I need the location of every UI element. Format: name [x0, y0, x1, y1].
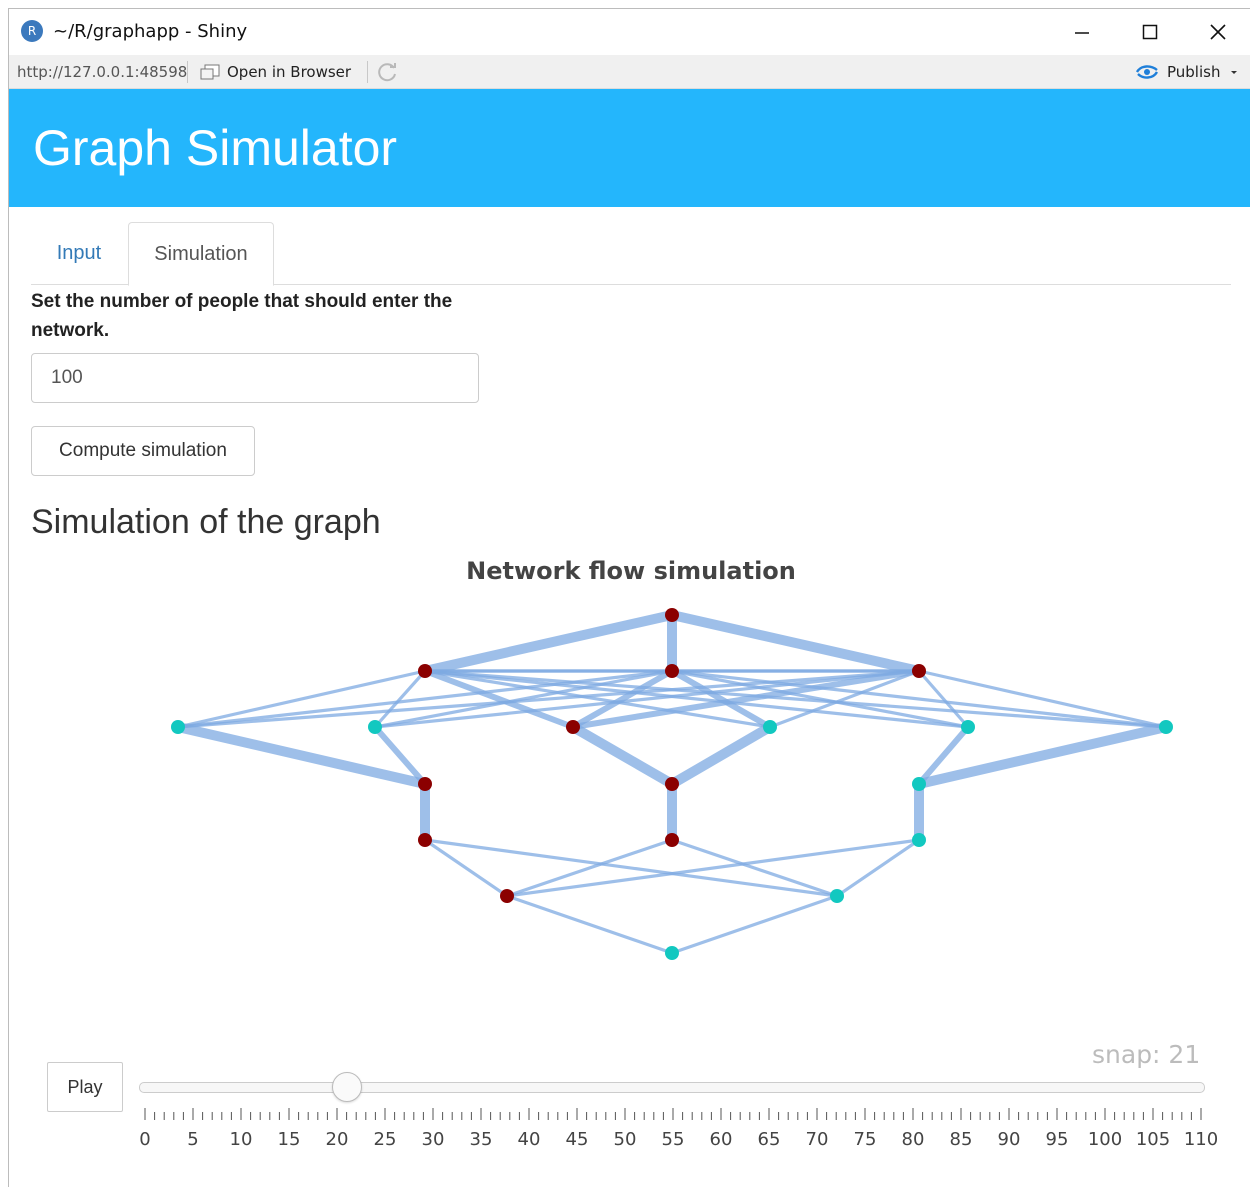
node-G[interactable] — [566, 720, 580, 734]
slider-tick-label: 85 — [950, 1129, 973, 1150]
close-icon — [1210, 24, 1226, 40]
open-browser-icon — [200, 64, 220, 80]
slider-tick-label: 105 — [1136, 1129, 1170, 1150]
viewer-toolbar: http://127.0.0.1:48598 Open in Browser P… — [9, 55, 1250, 89]
node-D[interactable] — [912, 664, 926, 678]
edge-H-L — [667, 722, 775, 789]
slider-tick-label: 0 — [139, 1129, 150, 1150]
publish-label: Publish — [1167, 63, 1221, 81]
node-K[interactable] — [418, 777, 432, 791]
open-in-browser-label: Open in Browser — [227, 63, 352, 81]
minimize-icon — [1075, 32, 1089, 34]
node-O[interactable] — [665, 833, 679, 847]
node-M[interactable] — [912, 777, 926, 791]
toolbar-divider — [367, 61, 368, 83]
edge-Q-S — [505, 894, 674, 955]
chevron-down-icon[interactable] — [1226, 64, 1242, 80]
compute-simulation-button[interactable]: Compute simulation — [31, 426, 255, 476]
slider-tick-label: 50 — [614, 1129, 637, 1150]
chart-title: Network flow simulation — [466, 557, 796, 585]
node-H[interactable] — [763, 720, 777, 734]
refresh-icon — [378, 63, 396, 82]
edge-G-L — [568, 722, 677, 789]
edge-O-R — [670, 838, 839, 898]
people-input-label: Set the number of people that should ent… — [31, 291, 453, 341]
maximize-icon — [1142, 24, 1158, 40]
node-L[interactable] — [665, 777, 679, 791]
slider-tick-label: 80 — [902, 1129, 925, 1150]
slider-tick-label: 5 — [187, 1129, 198, 1150]
slider-tick-label: 60 — [710, 1129, 733, 1150]
snap-slider[interactable] — [139, 1082, 1205, 1093]
edge-J-M — [914, 722, 1171, 789]
node-N[interactable] — [418, 833, 432, 847]
node-Q[interactable] — [500, 889, 514, 903]
slider-tick-label: 65 — [758, 1129, 781, 1150]
url-text[interactable]: http://127.0.0.1:48598 — [17, 63, 187, 81]
slider-tick-label: 10 — [230, 1129, 253, 1150]
people-count-value: 100 — [51, 367, 83, 388]
slider-tick-label: 30 — [422, 1129, 445, 1150]
toolbar-divider — [187, 61, 188, 83]
people-count-input[interactable]: 100 — [31, 353, 479, 403]
maximize-button[interactable] — [1127, 15, 1173, 49]
edge-P-Q — [505, 838, 921, 898]
r-app-icon: R — [21, 20, 43, 42]
slider-tick-label: 15 — [278, 1129, 301, 1150]
slider-tick-label: 20 — [326, 1129, 349, 1150]
window-title: ~/R/graphapp - Shiny — [53, 21, 248, 42]
node-J[interactable] — [1159, 720, 1173, 734]
slider-tick-label: 25 — [374, 1129, 397, 1150]
node-B[interactable] — [418, 664, 432, 678]
slider-tick-label: 35 — [470, 1129, 493, 1150]
edge-N-R — [423, 838, 839, 898]
edge-E-K — [173, 722, 430, 789]
close-button[interactable] — [1195, 15, 1241, 49]
edge-D-F — [373, 669, 921, 729]
slider-tick-label: 75 — [854, 1129, 877, 1150]
publish-icon — [1135, 65, 1159, 79]
minimize-button[interactable] — [1059, 15, 1105, 49]
edge-A-D — [667, 610, 924, 676]
tab-input[interactable]: Input — [31, 222, 127, 285]
publish-button[interactable]: Publish — [1135, 61, 1242, 83]
app-header: Graph Simulator — [9, 89, 1250, 207]
slider-tick-label: 40 — [518, 1129, 541, 1150]
node-R[interactable] — [830, 889, 844, 903]
node-S[interactable] — [665, 946, 679, 960]
node-E[interactable] — [171, 720, 185, 734]
slider-tick-label: 95 — [1046, 1129, 1069, 1150]
play-button[interactable]: Play — [47, 1062, 123, 1112]
node-P[interactable] — [912, 833, 926, 847]
slider-ticks: 0 5 10 15 20 25 30 35 40 45 50 55 60 65 70 75 80 85 90 95 10… — [139, 1108, 1218, 1150]
section-title: Simulation of the graph — [31, 503, 381, 541]
edge-A-B — [420, 610, 677, 676]
node-A[interactable] — [665, 608, 679, 622]
snap-readout: snap: 21 — [1092, 1040, 1201, 1069]
slider-tick-label: 45 — [566, 1129, 589, 1150]
open-in-browser-button[interactable]: Open in Browser — [199, 61, 351, 83]
slider-tick-label: 90 — [998, 1129, 1021, 1150]
slider-tick-label: 70 — [806, 1129, 829, 1150]
edge-O-Q — [505, 838, 674, 898]
window-titlebar: R ~/R/graphapp - Shiny — [9, 9, 1250, 55]
node-I[interactable] — [961, 720, 975, 734]
slider-tick-label: 100 — [1088, 1129, 1122, 1150]
slider-handle[interactable] — [331, 1072, 362, 1102]
tabset: Input Simulation — [31, 222, 1231, 286]
node-C[interactable] — [665, 664, 679, 678]
edge-R-S — [670, 894, 839, 955]
refresh-button[interactable] — [377, 61, 399, 83]
node-F[interactable] — [368, 720, 382, 734]
slider-tick-label: 110 — [1184, 1129, 1218, 1150]
slider-tick-label: 55 — [662, 1129, 685, 1150]
tab-simulation[interactable]: Simulation — [128, 222, 274, 286]
app-title: Graph Simulator — [33, 120, 398, 176]
